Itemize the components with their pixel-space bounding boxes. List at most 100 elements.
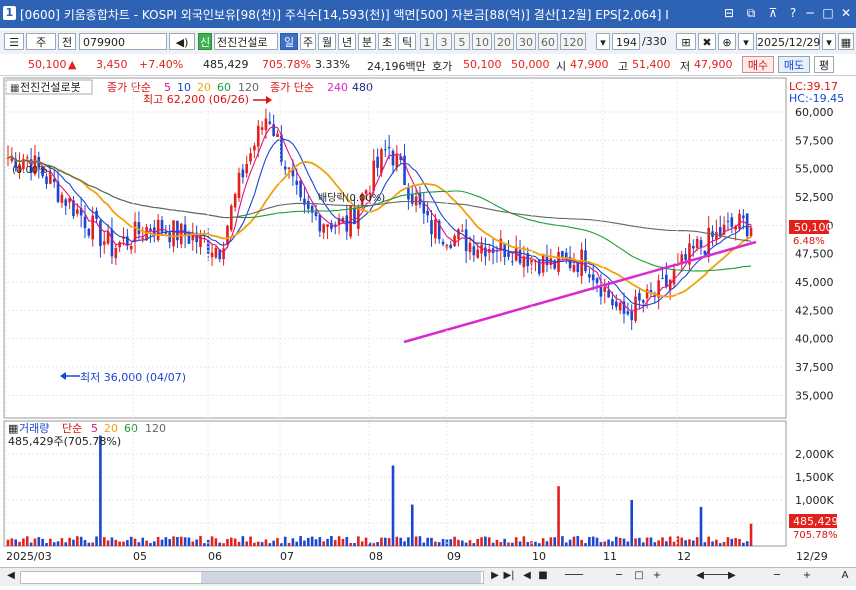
- volume-bar: [33, 538, 37, 546]
- candle: [464, 229, 468, 252]
- dropdown-icon[interactable]: ▾: [738, 33, 754, 50]
- candle: [549, 258, 553, 265]
- volume-bar: [76, 536, 79, 546]
- code-input[interactable]: 079900: [79, 33, 167, 50]
- volume-bar: [95, 536, 98, 546]
- tab-minute[interactable]: 분: [358, 33, 376, 50]
- sell-button[interactable]: 매도: [778, 56, 810, 73]
- menu-icon[interactable]: ☰: [4, 33, 24, 50]
- zoom-slider[interactable]: ───: [554, 569, 594, 583]
- scroll-track[interactable]: [20, 571, 484, 584]
- scroll-end-icon[interactable]: ▶|: [502, 569, 516, 583]
- volume-bar: [557, 486, 560, 546]
- candle: [60, 194, 64, 203]
- chart-canvas[interactable]: ▦ 전진건설로봇 종가 단순 5 10 20 60 120 종가 단순 240 …: [0, 76, 856, 566]
- panel-icon-2: ▦: [8, 422, 18, 435]
- scroll-right-icon[interactable]: ▶: [488, 569, 502, 583]
- up-arrow-icon: ▲: [68, 58, 77, 71]
- buy-button[interactable]: 매수: [742, 56, 774, 73]
- volume-bar: [45, 543, 48, 546]
- zoom-reset-icon[interactable]: □: [632, 569, 646, 583]
- volume-tick-label: 1,500K: [795, 471, 834, 484]
- calendar-icon[interactable]: ▦: [838, 33, 854, 50]
- interval-30[interactable]: 30: [516, 33, 536, 50]
- volume-bar: [145, 540, 148, 546]
- interval-1[interactable]: 1: [420, 33, 434, 50]
- volume-bar: [572, 536, 576, 546]
- stop-icon[interactable]: ■: [536, 569, 550, 583]
- total-count: /330: [642, 35, 667, 48]
- candle: [233, 193, 237, 208]
- add-chart-icon[interactable]: ⊕: [718, 33, 736, 50]
- volume-bar: [102, 537, 106, 546]
- calendar-dropdown[interactable]: ▾: [822, 33, 836, 50]
- zoom-out-icon[interactable]: ─: [612, 569, 626, 583]
- zoom-in-icon[interactable]: +: [650, 569, 664, 583]
- candle: [64, 199, 68, 206]
- grid-icon[interactable]: ⊞: [676, 33, 696, 50]
- price-tick-label: 45,000: [795, 276, 834, 289]
- volume-bar: [241, 536, 245, 546]
- date-input[interactable]: 2025/12/29: [756, 33, 820, 50]
- candle: [449, 244, 453, 249]
- volume-bar: [253, 542, 256, 546]
- range-slider[interactable]: ◀────▶: [676, 569, 756, 583]
- scroll-thumb[interactable]: [201, 572, 481, 583]
- help-icon[interactable]: ?: [786, 6, 800, 20]
- pin-icon[interactable]: ⊼: [766, 6, 780, 20]
- volume-bar: [564, 542, 568, 546]
- market-select[interactable]: 주: [26, 33, 56, 50]
- interval-120[interactable]: 120: [560, 33, 586, 50]
- tab-day[interactable]: 일: [280, 33, 298, 50]
- font-icon[interactable]: A: [838, 569, 852, 583]
- volume-bar: [595, 537, 599, 546]
- candle: [572, 264, 576, 272]
- tab-second[interactable]: 초: [378, 33, 396, 50]
- stock-name[interactable]: 전진건설로: [214, 33, 278, 50]
- volume-bar: [237, 541, 241, 546]
- period-select[interactable]: 전: [58, 33, 76, 50]
- eval-button[interactable]: 평: [814, 56, 834, 73]
- price-tick-label: 57,500: [795, 134, 834, 147]
- volume-bar: [149, 543, 152, 546]
- tab-year[interactable]: 년: [338, 33, 356, 50]
- scroll-left-icon[interactable]: ◀: [4, 569, 18, 583]
- volume-bar: [661, 537, 664, 546]
- interval-5[interactable]: 5: [454, 33, 470, 50]
- tile-icon[interactable]: ⧉: [744, 6, 758, 20]
- tab-tick[interactable]: 틱: [398, 33, 416, 50]
- candle: [326, 224, 329, 227]
- cross-icon[interactable]: ✖: [698, 33, 716, 50]
- minimize-icon[interactable]: ─: [803, 6, 817, 20]
- volume-bar: [618, 537, 622, 546]
- maximize-icon[interactable]: □: [821, 6, 835, 20]
- volume-bar: [156, 536, 160, 546]
- link-icon[interactable]: ⊟: [722, 6, 736, 20]
- chart-area[interactable]: ▦ 전진건설로봇 종가 단순 5 10 20 60 120 종가 단순 240 …: [0, 76, 856, 566]
- price-tick-label: 52,500: [795, 191, 834, 204]
- interval-3[interactable]: 3: [436, 33, 452, 50]
- font-plus-icon[interactable]: +: [800, 569, 814, 583]
- candle: [742, 215, 745, 219]
- chart-scrollbar[interactable]: ◀ ▶ ▶| ◀ ■ ─── ─ □ + ◀────▶ ─ + A: [0, 567, 856, 586]
- interval-20[interactable]: 20: [494, 33, 514, 50]
- interval-60[interactable]: 60: [538, 33, 558, 50]
- font-minus-icon[interactable]: ─: [770, 569, 784, 583]
- volume-bar: [630, 500, 633, 546]
- count-input[interactable]: 194: [612, 33, 640, 50]
- volume-bar: [91, 542, 94, 546]
- tab-month[interactable]: 월: [318, 33, 336, 50]
- last-volume-value: 485,429: [793, 515, 839, 528]
- volume-bar: [480, 537, 483, 546]
- interval-10[interactable]: 10: [472, 33, 492, 50]
- interval-dropdown[interactable]: ▾: [596, 33, 610, 50]
- sound-icon[interactable]: ◀): [169, 33, 195, 50]
- tab-week[interactable]: 주: [300, 33, 316, 50]
- candle: [699, 240, 703, 248]
- volume-bar: [272, 540, 275, 546]
- candle: [410, 194, 414, 204]
- close-icon[interactable]: ✕: [839, 6, 853, 20]
- play-back-icon[interactable]: ◀: [520, 569, 534, 583]
- candle: [638, 293, 641, 301]
- turnover: 3.33%: [315, 58, 350, 71]
